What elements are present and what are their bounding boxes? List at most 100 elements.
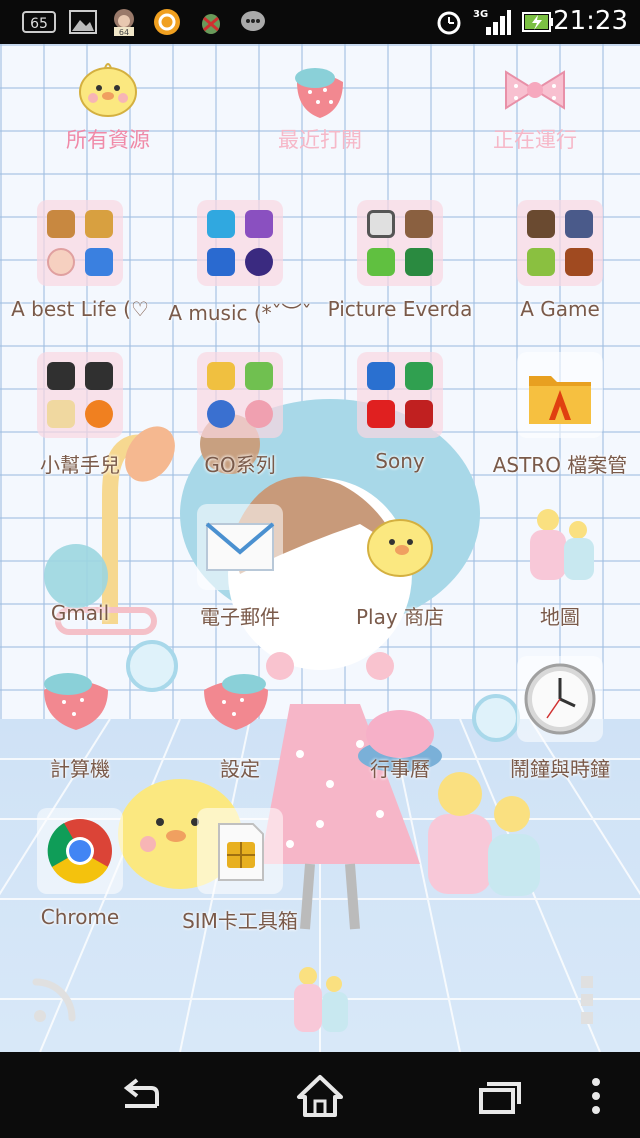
tab-recent-label: 最近打開 bbox=[278, 128, 362, 152]
android-bug-icon bbox=[196, 8, 226, 36]
orange-app-icon bbox=[152, 8, 182, 36]
folder-go-series[interactable]: GO系列 bbox=[160, 352, 320, 477]
flipboard-icon bbox=[367, 400, 395, 428]
app-label: 計算機 bbox=[50, 757, 110, 781]
chat-bubble-icon bbox=[238, 8, 268, 36]
app-clock[interactable]: 鬧鐘與時鐘 bbox=[480, 656, 640, 781]
navigation-bar bbox=[0, 1052, 640, 1138]
sim-toolkit-icon bbox=[197, 808, 283, 894]
folder-background bbox=[357, 352, 443, 438]
recents-icon[interactable] bbox=[458, 1068, 538, 1124]
line-camera-icon bbox=[367, 248, 395, 276]
sony-folder-icon bbox=[367, 362, 395, 390]
app-b-icon bbox=[85, 362, 113, 390]
wifi-arc-icon[interactable] bbox=[26, 972, 82, 1028]
tab-recent[interactable]: 最近打開 bbox=[240, 60, 400, 160]
walkman-icon bbox=[245, 210, 273, 238]
avast-icon bbox=[85, 400, 113, 428]
bow-icon bbox=[505, 70, 565, 110]
app-astro[interactable]: ASTRO 檔案管 bbox=[480, 352, 640, 477]
gallery-icon bbox=[68, 8, 98, 36]
camera-icon bbox=[367, 210, 395, 238]
tab-running-label: 正在運行 bbox=[493, 128, 577, 152]
chrome-icon bbox=[37, 808, 123, 894]
camera360-icon bbox=[405, 248, 433, 276]
more-dots-icon[interactable] bbox=[572, 974, 602, 1030]
folder-background bbox=[357, 200, 443, 286]
sony-select-icon bbox=[405, 362, 433, 390]
signal-3g-icon: 3G bbox=[472, 8, 512, 36]
folder-a-music[interactable]: A music (*ˇ︶ˇ bbox=[160, 200, 320, 325]
app-label: GO系列 bbox=[204, 453, 276, 477]
tab-all-resources[interactable]: 所有資源 bbox=[28, 60, 188, 160]
app-label: A Game bbox=[520, 297, 600, 321]
app-label: 設定 bbox=[220, 757, 260, 781]
folder-background bbox=[197, 200, 283, 286]
folder-picture-everyday[interactable]: Picture Everda bbox=[320, 200, 480, 321]
go-weather-icon bbox=[207, 362, 235, 390]
messenger-icon bbox=[85, 248, 113, 276]
tab-running[interactable]: 正在運行 bbox=[455, 60, 615, 160]
app-settings[interactable]: 設定 bbox=[160, 656, 320, 781]
email-icon bbox=[197, 504, 283, 590]
app-label: Gmail bbox=[50, 601, 110, 625]
app-label: Picture Everda bbox=[327, 297, 473, 321]
app-label: A best Life (♡ bbox=[11, 297, 149, 321]
folder-background bbox=[517, 200, 603, 286]
back-icon[interactable] bbox=[102, 1068, 182, 1124]
app-label: Chrome bbox=[40, 905, 120, 929]
app-label: A music (*ˇ︶ˇ bbox=[168, 301, 312, 325]
chick-icon bbox=[79, 63, 137, 117]
maps-icon bbox=[530, 509, 594, 580]
app-calculator[interactable]: 計算機 bbox=[0, 656, 160, 781]
app-label: 鬧鐘與時鐘 bbox=[510, 757, 610, 781]
clock-icon bbox=[517, 656, 603, 742]
folder-sony[interactable]: Sony bbox=[320, 352, 480, 473]
bottles-home-icon[interactable] bbox=[286, 964, 356, 1036]
folder-background bbox=[37, 352, 123, 438]
game-4-icon bbox=[565, 248, 593, 276]
folder-helpers[interactable]: 小幫手兒 bbox=[0, 352, 160, 477]
folder-a-game[interactable]: A Game bbox=[480, 200, 640, 321]
go-locker-icon bbox=[245, 362, 273, 390]
mcafee-icon bbox=[405, 400, 433, 428]
dock bbox=[0, 960, 640, 1040]
app-label: Sony bbox=[375, 449, 425, 473]
music-note-icon bbox=[245, 248, 273, 276]
app-calendar[interactable]: 行事曆 bbox=[320, 656, 480, 781]
app-label: 地圖 bbox=[540, 605, 580, 629]
app-label: 行事曆 bbox=[370, 757, 430, 781]
strawberry-icon bbox=[295, 68, 343, 118]
app-maps[interactable]: 地圖 bbox=[480, 504, 640, 629]
game-1-icon bbox=[527, 210, 555, 238]
app-label: 小幫手兒 bbox=[40, 453, 120, 477]
alarm-icon bbox=[434, 8, 464, 36]
app-sim-toolkit[interactable]: SIM卡工具箱 bbox=[160, 808, 320, 933]
tab-all-resources-label: 所有資源 bbox=[66, 128, 150, 152]
sim-65-icon: 65 bbox=[22, 8, 56, 36]
home-icon[interactable] bbox=[280, 1068, 360, 1124]
app-label: ASTRO 檔案管 bbox=[492, 453, 628, 477]
mirror-icon bbox=[47, 248, 75, 276]
app-email[interactable]: 電子郵件 bbox=[160, 504, 320, 629]
astro-folder-icon bbox=[517, 352, 603, 438]
game-2-icon bbox=[565, 210, 593, 238]
app-c-icon bbox=[47, 400, 75, 428]
app-chrome[interactable]: Chrome bbox=[0, 808, 160, 929]
menu-icon[interactable] bbox=[566, 1068, 626, 1124]
kkbox-icon bbox=[207, 210, 235, 238]
app-label: 電子郵件 bbox=[200, 605, 280, 629]
network-type: 3G bbox=[473, 9, 488, 20]
battery-charging-icon bbox=[522, 8, 554, 36]
instagram-icon bbox=[405, 210, 433, 238]
folder-a-best-life[interactable]: A best Life (♡ bbox=[0, 200, 160, 321]
folder-background bbox=[37, 200, 123, 286]
game-3-icon bbox=[527, 248, 555, 276]
go-theme-icon bbox=[245, 400, 273, 428]
app-label: SIM卡工具箱 bbox=[182, 909, 298, 933]
app-a-icon bbox=[47, 362, 75, 390]
settings-icon bbox=[204, 674, 268, 730]
monkey-64-icon: 64 bbox=[108, 8, 140, 37]
app-gmail[interactable]: Gmail bbox=[0, 504, 160, 625]
app-play-store[interactable]: Play 商店 bbox=[320, 504, 480, 629]
